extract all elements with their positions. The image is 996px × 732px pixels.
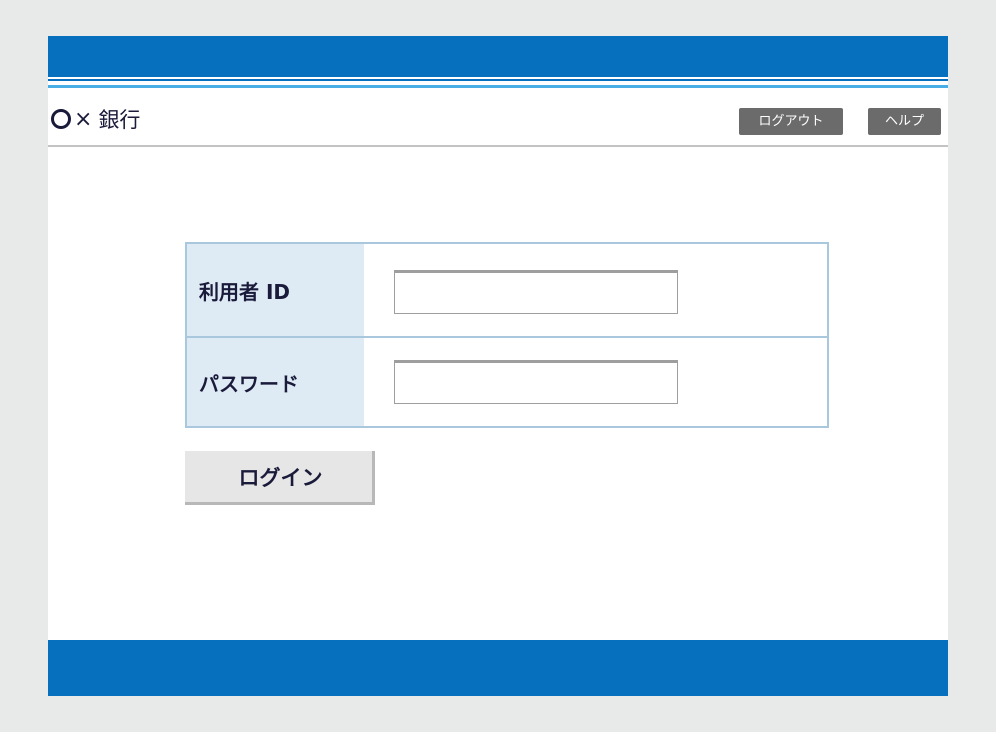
- header-divider: [48, 145, 948, 147]
- footer-banner: [48, 640, 948, 696]
- bank-window: × 銀行 ログアウト ヘルプ 利用者 ID パスワード ログイン: [48, 36, 948, 696]
- user-id-field[interactable]: [394, 270, 678, 314]
- user-id-row: 利用者 ID: [187, 244, 827, 338]
- cross-logo-icon: ×: [74, 106, 93, 132]
- password-label: パスワード: [187, 338, 364, 426]
- user-id-label: 利用者 ID: [187, 244, 364, 336]
- top-banner-stripe: [48, 79, 948, 81]
- help-button[interactable]: ヘルプ: [868, 108, 941, 135]
- bank-logo: × 銀行: [51, 104, 140, 134]
- login-button[interactable]: ログイン: [185, 451, 375, 505]
- password-field[interactable]: [394, 360, 678, 404]
- page-header: × 銀行 ログアウト ヘルプ: [48, 88, 948, 146]
- login-form: 利用者 ID パスワード: [185, 242, 829, 428]
- logout-button[interactable]: ログアウト: [739, 108, 843, 135]
- bank-name: 銀行: [98, 108, 141, 132]
- top-banner: [48, 36, 948, 77]
- circle-logo-icon: [51, 109, 71, 129]
- password-row: パスワード: [187, 338, 827, 426]
